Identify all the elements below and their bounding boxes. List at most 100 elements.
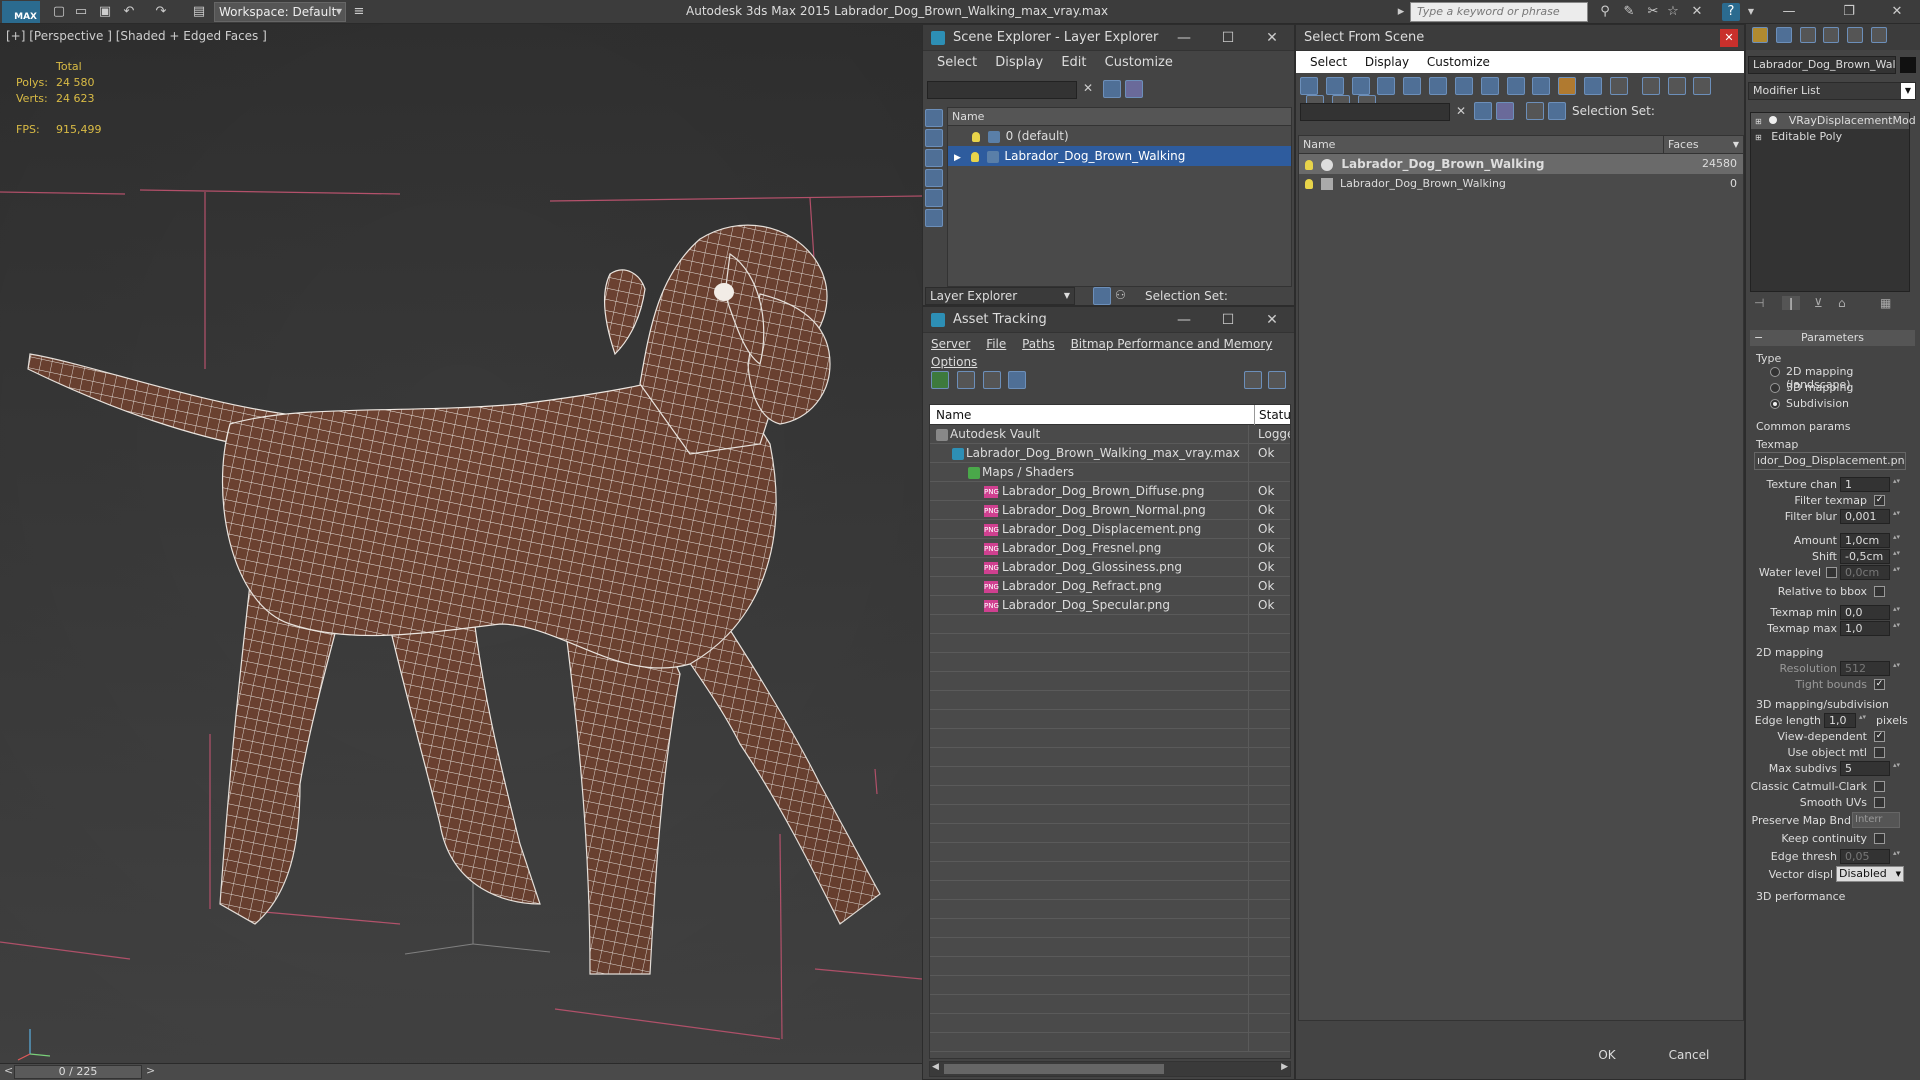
layer-row-default[interactable]: 0 (default) <box>948 126 1291 146</box>
display-lights-icon[interactable] <box>925 149 943 167</box>
create-tab-icon[interactable] <box>1752 27 1768 43</box>
display-frozen-icon[interactable] <box>1558 77 1577 95</box>
display-shapes-icon[interactable] <box>925 129 943 147</box>
menu-display[interactable]: Display <box>1365 55 1409 69</box>
menu-customize[interactable]: Customize <box>1105 55 1173 70</box>
tight-bounds-checkbox[interactable]: ✓ <box>1874 679 1885 690</box>
display-cameras-icon[interactable] <box>1377 77 1396 95</box>
display-helpers-icon[interactable] <box>1403 77 1422 95</box>
settings-icon[interactable] <box>1268 371 1286 389</box>
asset-row[interactable]: PNG Labrador_Dog_Refract.png Ok <box>930 577 1290 596</box>
hierarchy-tab-icon[interactable] <box>1799 27 1816 43</box>
motion-tab-icon[interactable] <box>1823 27 1840 43</box>
search-arrow-icon[interactable]: ▸ <box>1392 3 1410 21</box>
water-level-checkbox[interactable] <box>1826 567 1837 578</box>
modifier-toggle-icon[interactable] <box>1769 116 1778 124</box>
select-search-field[interactable] <box>1300 103 1450 121</box>
dog-model-render[interactable] <box>0 24 922 1064</box>
clear-search-icon[interactable]: ✕ <box>1083 81 1093 95</box>
make-unique-icon[interactable]: ⊻ <box>1814 296 1823 310</box>
scene-explorer-titlebar[interactable]: Scene Explorer - Layer Explorer — ☐ ✕ <box>923 25 1294 51</box>
minimize-icon[interactable]: — <box>1780 3 1798 21</box>
scene-search-field[interactable] <box>927 81 1077 99</box>
amount-spinner[interactable]: 1,0cm <box>1840 533 1901 548</box>
lightbulb-icon[interactable] <box>1305 179 1313 189</box>
maximize-icon[interactable]: ☐ <box>1206 25 1250 51</box>
menu-customize[interactable]: Customize <box>1427 55 1490 69</box>
utilities-tab-icon[interactable] <box>1871 27 1888 43</box>
water-level-spinner[interactable]: 0,0cm <box>1840 565 1901 580</box>
menu-options[interactable]: Options <box>931 355 977 369</box>
communication-icon[interactable]: ✂ <box>1644 3 1662 21</box>
scroll-left-icon[interactable]: ◀ <box>932 1062 939 1072</box>
filter-icon[interactable] <box>1474 102 1492 120</box>
scroll-right-icon[interactable]: ▶ <box>1281 1062 1288 1072</box>
horizontal-scrollbar[interactable]: ◀ ▶ <box>929 1061 1291 1077</box>
workspace-menu-icon[interactable]: ≡ <box>350 3 368 21</box>
lightbulb-icon[interactable] <box>1305 159 1313 170</box>
keep-continuity-checkbox[interactable] <box>1874 833 1885 844</box>
details-view-icon[interactable] <box>982 371 1001 389</box>
radio-subdivision[interactable] <box>1770 399 1780 409</box>
help-dropdown-icon[interactable]: ▼ <box>1742 3 1760 21</box>
binoculars-icon[interactable]: ⚲ <box>1596 3 1614 21</box>
new-file-icon[interactable]: ▢ <box>50 3 68 21</box>
minimize-icon[interactable]: — <box>1162 307 1206 333</box>
display-lights-icon[interactable] <box>1351 77 1370 95</box>
select-all-icon[interactable] <box>1641 77 1660 95</box>
refresh-icon[interactable] <box>931 371 949 389</box>
menu-select[interactable]: Select <box>1310 55 1347 69</box>
clear-search-icon[interactable]: ✕ <box>1456 104 1466 118</box>
asset-tracking-titlebar[interactable]: Asset Tracking — ☐ ✕ <box>923 307 1294 333</box>
select-dialog-titlebar[interactable]: Select From Scene ✕ <box>1296 25 1744 51</box>
project-folder-icon[interactable]: ▤ <box>190 3 208 21</box>
asset-row[interactable]: Maps / Shaders <box>930 463 1290 482</box>
layer-explorer-icon[interactable] <box>1093 287 1111 305</box>
show-end-result-icon[interactable]: ❘ <box>1782 296 1801 310</box>
restore-icon[interactable]: ❐ <box>1840 3 1858 21</box>
list-view-icon[interactable] <box>956 371 975 389</box>
select-none-icon[interactable] <box>1667 77 1686 95</box>
column-faces[interactable]: Faces ▼ <box>1663 136 1743 154</box>
menu-server[interactable]: Server <box>931 337 970 351</box>
column-name[interactable]: Name <box>936 405 971 425</box>
pin-stack-icon[interactable]: ⊣ <box>1754 296 1764 310</box>
use-object-mtl-checkbox[interactable] <box>1874 747 1885 758</box>
stack-item-editable-poly[interactable]: ⊞ Editable Poly <box>1751 129 1909 145</box>
radio-2d-mapping[interactable] <box>1770 367 1780 377</box>
prev-frame-icon[interactable]: < <box>4 1064 13 1077</box>
save-icon[interactable]: ▣ <box>96 3 114 21</box>
close-icon[interactable]: ✕ <box>1720 29 1738 47</box>
filter-texmap-checkbox[interactable]: ✓ <box>1874 495 1885 506</box>
display-containers-icon[interactable] <box>1532 77 1551 95</box>
layer-row-labrador[interactable]: ▶ Labrador_Dog_Brown_Walking <box>948 146 1291 166</box>
classic-catmull-clark-checkbox[interactable] <box>1874 781 1885 792</box>
favorites-star-icon[interactable]: ☆ <box>1664 3 1682 21</box>
open-file-icon[interactable]: ▭ <box>72 3 90 21</box>
lightbulb-icon[interactable] <box>972 131 980 142</box>
minimize-icon[interactable]: — <box>1162 25 1206 51</box>
tools-icon[interactable]: ✎ <box>1620 3 1638 21</box>
display-xrefs-icon[interactable] <box>1480 77 1499 95</box>
vector-displ-dropdown[interactable]: Disabled ▼ <box>1836 866 1904 882</box>
display-geometry-icon[interactable] <box>925 109 943 127</box>
ok-button[interactable]: OK <box>1568 1043 1646 1067</box>
search-input[interactable]: Type a keyword or phrase <box>1410 2 1588 22</box>
remove-modifier-icon[interactable]: ⌂ <box>1838 296 1846 310</box>
display-bones-icon[interactable] <box>1506 77 1525 95</box>
help-icon[interactable] <box>1244 371 1262 389</box>
object-color-swatch[interactable] <box>1900 57 1916 73</box>
smooth-uvs-checkbox[interactable] <box>1874 797 1885 808</box>
expand-arrow-icon[interactable]: ▶ <box>954 153 961 163</box>
display-tab-icon[interactable] <box>1847 27 1864 43</box>
menu-paths[interactable]: Paths <box>1022 337 1055 351</box>
parameters-rollout-header[interactable]: − Parameters <box>1750 330 1915 346</box>
maximize-icon[interactable]: ☐ <box>1206 307 1250 333</box>
object-name-field[interactable]: Labrador_Dog_Brown_Walkin <box>1748 56 1896 74</box>
display-groups-icon[interactable] <box>1454 77 1473 95</box>
help-icon[interactable]: ? <box>1722 3 1740 21</box>
close-window-icon[interactable]: ✕ <box>1888 3 1906 21</box>
layer-column-name[interactable]: Name <box>948 108 1291 126</box>
explorer-type-dropdown[interactable]: Layer Explorer ▼ <box>925 287 1075 305</box>
scroll-thumb[interactable] <box>944 1064 1164 1074</box>
